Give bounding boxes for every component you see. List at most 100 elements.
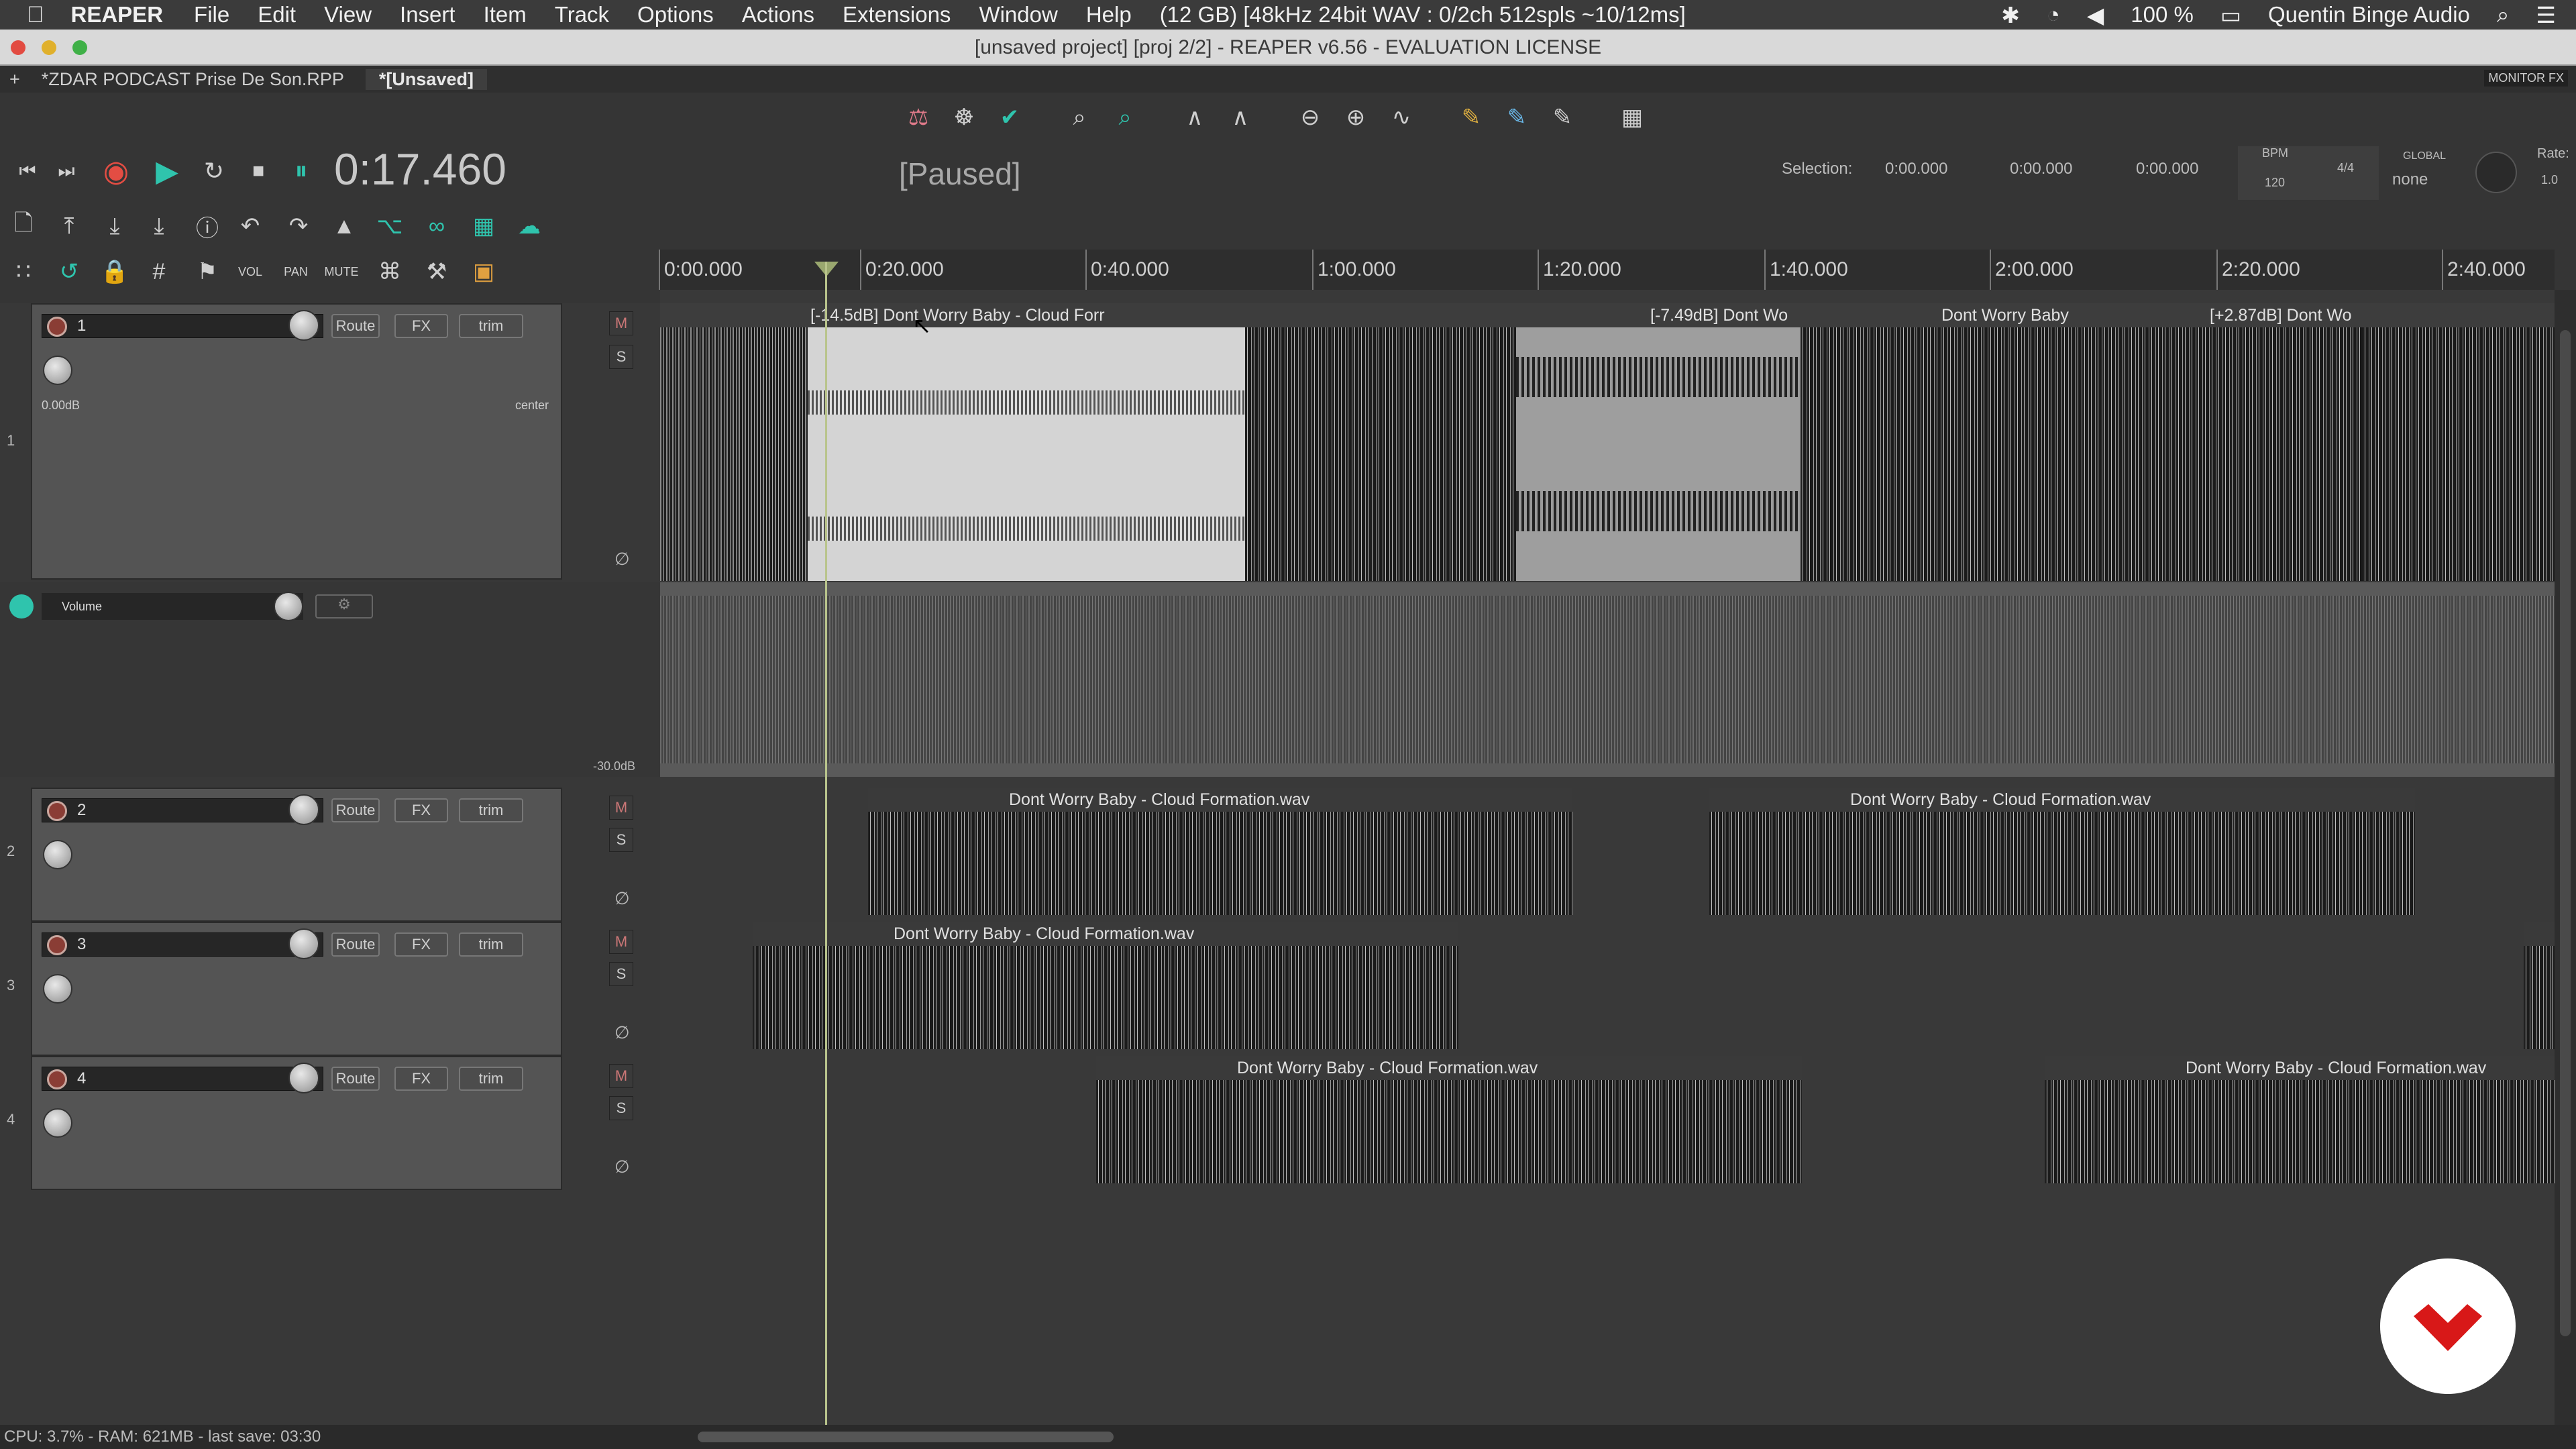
minimize-icon[interactable]: [42, 40, 56, 55]
media-item[interactable]: [2363, 303, 2555, 581]
pencil-icon[interactable]: ✎: [1546, 101, 1579, 134]
redo-icon[interactable]: ↷: [282, 209, 315, 243]
menu-help[interactable]: Help: [1086, 2, 1132, 28]
volume-knob[interactable]: [288, 1063, 319, 1093]
marker-icon[interactable]: ⚑: [191, 255, 224, 288]
media-item[interactable]: [1370, 303, 1516, 581]
theme-color-icon[interactable]: ▣: [467, 255, 500, 288]
close-icon[interactable]: [11, 40, 25, 55]
volume-icon[interactable]: ◀: [2087, 2, 2104, 28]
pan-knob[interactable]: [43, 1108, 72, 1138]
record-arm-icon[interactable]: [47, 801, 67, 821]
color-tool-icon[interactable]: ✎: [1454, 101, 1488, 134]
solo-button[interactable]: S: [609, 828, 633, 852]
zoom-icon[interactable]: [72, 40, 87, 55]
envelope-active-icon[interactable]: [9, 594, 34, 619]
grid-snap-icon[interactable]: ▦: [467, 209, 500, 243]
render-icon[interactable]: ⌘: [373, 255, 407, 288]
vertical-scrollbar[interactable]: [2555, 290, 2576, 1425]
pan-knob[interactable]: [43, 356, 72, 385]
track-name[interactable]: 1: [42, 314, 323, 338]
fx-button[interactable]: FX: [394, 932, 448, 957]
new-project-icon[interactable]: 🗋: [7, 209, 40, 243]
open-project-icon[interactable]: ⤒: [52, 209, 86, 243]
trim-content-icon[interactable]: ⌥: [373, 209, 407, 243]
mute-envelope-icon[interactable]: MUTE: [325, 255, 359, 288]
volume-knob[interactable]: [288, 310, 319, 341]
fx-button[interactable]: FX: [394, 314, 448, 338]
media-item[interactable]: [2524, 922, 2555, 1049]
grid-icon[interactable]: #: [142, 255, 176, 288]
save-as-icon[interactable]: ⤓: [142, 209, 176, 243]
lock-icon[interactable]: 🔒: [98, 255, 131, 288]
solo-button[interactable]: S: [609, 962, 633, 986]
menu-edit[interactable]: Edit: [258, 2, 296, 28]
media-item[interactable]: Dont Worry Baby - Cloud Formation.wav: [1709, 788, 2415, 915]
phase-icon[interactable]: ∅: [614, 549, 630, 570]
user-name[interactable]: Quentin Binge Audio: [2268, 2, 2470, 28]
menu-insert[interactable]: Insert: [400, 2, 455, 28]
fx-button[interactable]: FX: [394, 798, 448, 822]
audio-status[interactable]: (12 GB) [48kHz 24bit WAV : 0/2ch 512spls…: [1160, 2, 1686, 28]
record-icon[interactable]: ◉: [99, 154, 133, 188]
record-arm-icon[interactable]: [47, 935, 67, 955]
app-menu[interactable]: REAPER: [71, 2, 164, 28]
menu-track[interactable]: Track: [555, 2, 609, 28]
pan-envelope-icon[interactable]: PAN: [279, 255, 313, 288]
trim-button[interactable]: trim: [459, 314, 523, 338]
ripple-icon[interactable]: ☸: [947, 101, 981, 134]
volume-envelope-lane[interactable]: [660, 582, 2555, 777]
search-icon[interactable]: ⌕: [2497, 2, 2509, 28]
menu-extensions[interactable]: Extensions: [843, 2, 951, 28]
auto-crossfade-icon[interactable]: ↺: [52, 255, 86, 288]
monitor-fx-button[interactable]: MONITOR FX: [2484, 70, 2568, 87]
media-item[interactable]: [+2.87dB] Dont Wo: [2076, 303, 2363, 581]
track-control-3[interactable]: 3 3 Route FX trim: [7, 922, 562, 1056]
mute-button[interactable]: M: [609, 311, 633, 335]
track-name[interactable]: 2: [42, 798, 323, 822]
envelope-knob[interactable]: [274, 592, 303, 621]
go-end-icon[interactable]: ⏭: [50, 154, 83, 188]
tab-project-1[interactable]: *ZDAR PODCAST Prise De Son.RPP: [42, 69, 344, 90]
color-random-icon[interactable]: ✎: [1500, 101, 1534, 134]
stop-icon[interactable]: ■: [241, 154, 275, 188]
media-item[interactable]: Dont Worry Baby - Cloud Formation.wav: [1096, 1056, 1802, 1183]
wifi-icon[interactable]: ◔: [2047, 2, 2060, 28]
battery-text[interactable]: 100 %: [2131, 2, 2194, 28]
media-item[interactable]: [1245, 303, 1370, 581]
zoom-fit-icon[interactable]: ⌕: [1063, 101, 1096, 134]
metronome-toggle-icon[interactable]: ▲: [327, 209, 361, 243]
playhead-cursor[interactable]: [825, 262, 827, 1428]
solo-button[interactable]: S: [609, 1096, 633, 1120]
global-value[interactable]: none: [2392, 170, 2428, 189]
media-item[interactable]: [660, 303, 808, 581]
zoom-out-h-icon[interactable]: ⊖: [1293, 101, 1327, 134]
play-icon[interactable]: ▶: [150, 154, 184, 188]
arrange-view[interactable]: [-14.5dB] Dont Worry Baby - Cloud Forr […: [660, 290, 2555, 1425]
selection-end[interactable]: 0:00.000: [2010, 160, 2072, 178]
loop-icon[interactable]: ↻: [197, 154, 231, 188]
pan-knob[interactable]: [43, 840, 72, 869]
wrench-icon[interactable]: ⚒: [420, 255, 453, 288]
pause-icon[interactable]: ⏸: [284, 154, 318, 188]
snap-icon[interactable]: ✔: [993, 101, 1026, 134]
info-icon[interactable]: ⓘ: [191, 209, 224, 243]
mute-button[interactable]: M: [609, 1064, 633, 1088]
zoom-in-h-icon[interactable]: ⊕: [1339, 101, 1373, 134]
control-center-icon[interactable]: ☰: [2536, 2, 2556, 28]
phase-icon[interactable]: ∅: [614, 1022, 630, 1043]
track-name[interactable]: 4: [42, 1067, 323, 1091]
trim-button[interactable]: trim: [459, 932, 523, 957]
apple-icon[interactable]: : [27, 2, 44, 28]
mute-button[interactable]: M: [609, 796, 633, 820]
pan-knob[interactable]: [43, 974, 72, 1004]
rate-value[interactable]: 1.0: [2541, 173, 2558, 187]
record-arm-icon[interactable]: [47, 317, 67, 337]
save-project-icon[interactable]: ⤓: [98, 209, 131, 243]
phase-icon[interactable]: ∅: [614, 1157, 630, 1177]
go-start-icon[interactable]: ⏮: [11, 154, 44, 188]
horizontal-scrollbar[interactable]: [660, 1425, 2576, 1449]
volume-knob[interactable]: [288, 794, 319, 825]
media-item[interactable]: Dont Worry Baby: [1801, 303, 2076, 581]
media-item[interactable]: Dont Worry Baby - Cloud Formation.wav: [2045, 1056, 2555, 1183]
